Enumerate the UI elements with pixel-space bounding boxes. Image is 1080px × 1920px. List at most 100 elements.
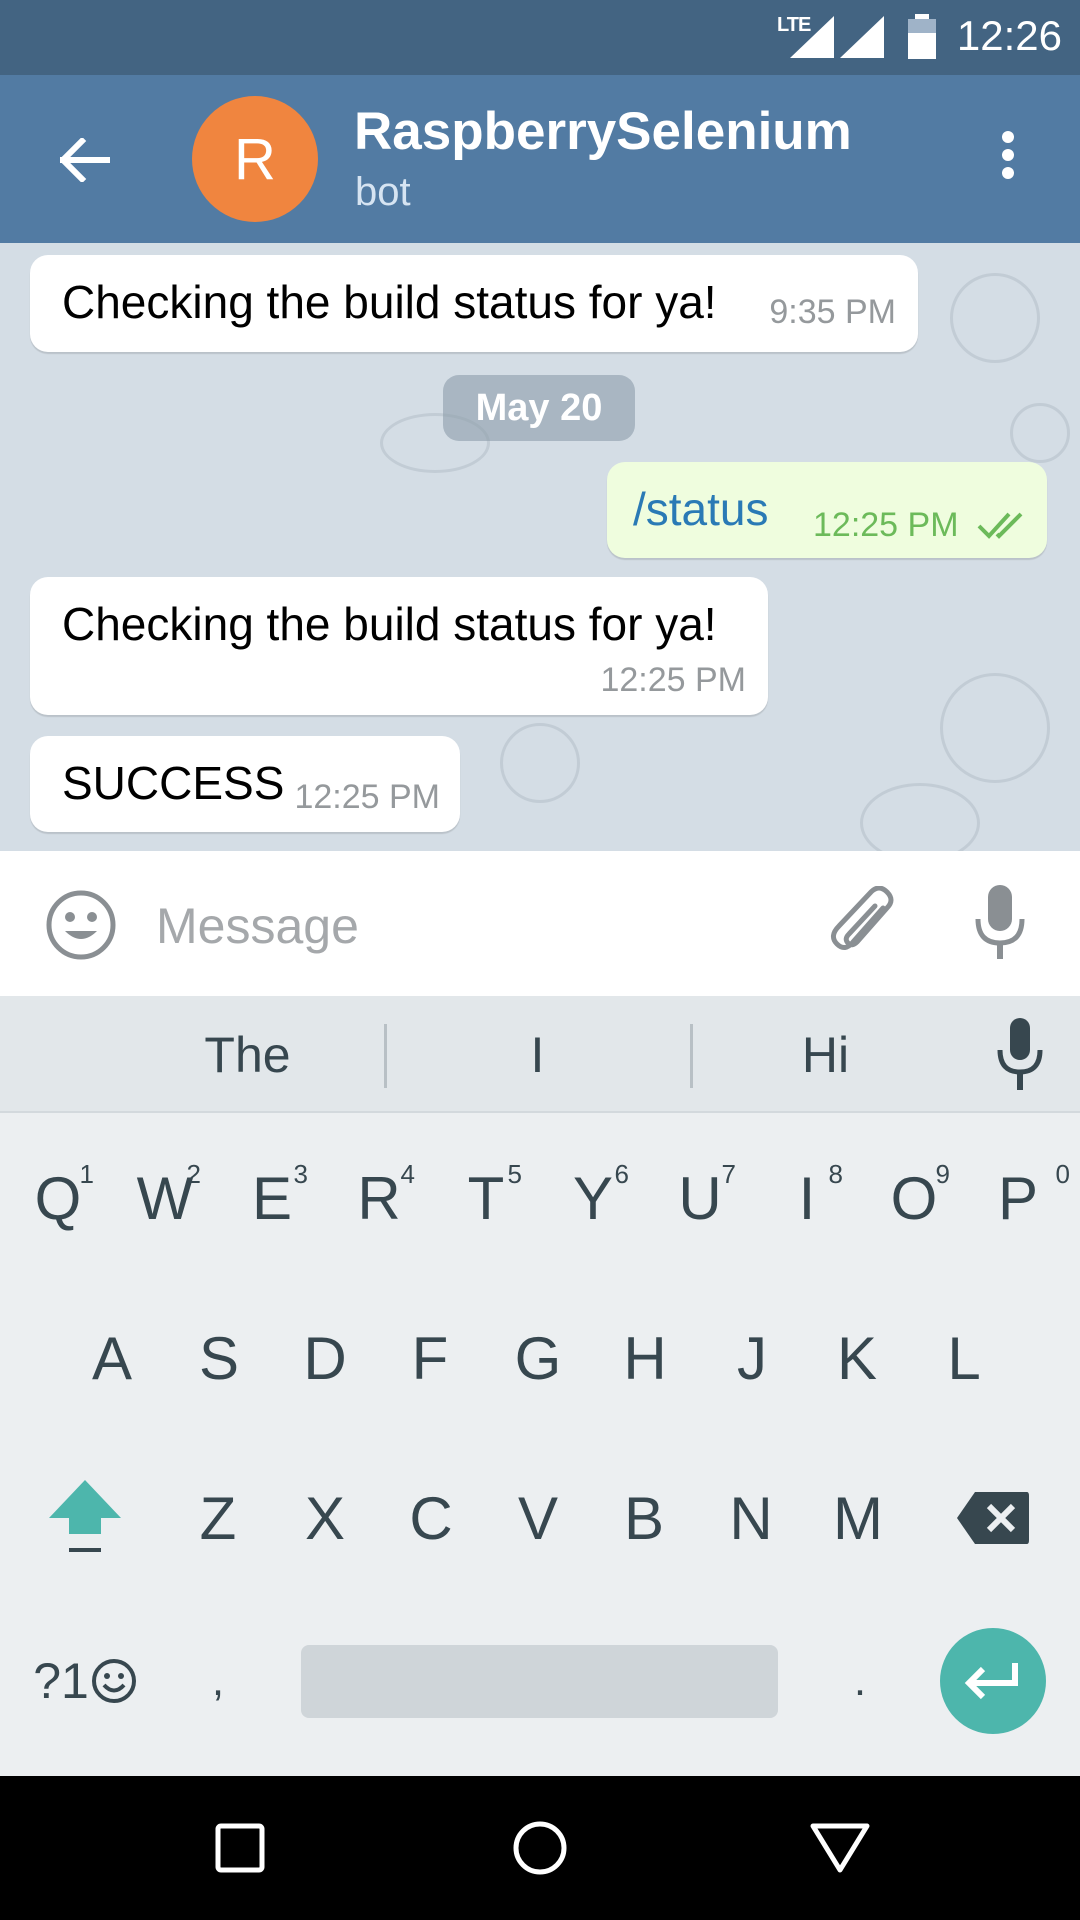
shift-key[interactable] xyxy=(35,1453,135,1583)
key-d[interactable]: D xyxy=(275,1293,375,1423)
key-label: A xyxy=(91,1324,133,1392)
message-input[interactable] xyxy=(156,891,756,961)
background-doodle xyxy=(940,673,1050,783)
message-time: 9:35 PM xyxy=(769,293,896,331)
key-label: J xyxy=(737,1324,767,1392)
key-label: W xyxy=(136,1164,194,1232)
message-bubble[interactable]: Checking the build status for ya! 9:35 P… xyxy=(30,255,918,352)
key-b[interactable]: B xyxy=(594,1453,694,1583)
composer-bar xyxy=(0,851,1080,996)
key-label: H xyxy=(623,1324,667,1392)
key-hint: 9 xyxy=(935,1159,950,1189)
period-key[interactable]: . xyxy=(810,1616,910,1746)
key-i[interactable]: I8 xyxy=(757,1133,857,1263)
key-r[interactable]: R4 xyxy=(329,1133,429,1263)
more-vert-icon[interactable] xyxy=(988,125,1028,185)
suggestion-item[interactable]: I xyxy=(460,1026,615,1084)
key-y[interactable]: Y6 xyxy=(543,1133,643,1263)
key-hint: 6 xyxy=(614,1159,629,1189)
key-h[interactable]: H xyxy=(595,1293,695,1423)
key-label: G xyxy=(514,1324,562,1392)
key-label: R xyxy=(357,1164,401,1232)
key-label: Q xyxy=(34,1164,82,1232)
key-e[interactable]: E3 xyxy=(222,1133,322,1263)
back-button[interactable] xyxy=(50,125,120,195)
key-label: X xyxy=(304,1484,346,1552)
suggestion-item[interactable]: The xyxy=(170,1026,325,1084)
key-u[interactable]: U7 xyxy=(650,1133,750,1263)
suggestion-item[interactable]: Hi xyxy=(748,1026,903,1084)
key-label: . xyxy=(853,1656,867,1705)
key-c[interactable]: C xyxy=(381,1453,481,1583)
key-a[interactable]: A xyxy=(62,1293,162,1423)
message-bubble[interactable]: SUCCESS 12:25 PM xyxy=(30,736,460,832)
key-l[interactable]: L xyxy=(914,1293,1014,1423)
key-label: F xyxy=(411,1324,449,1392)
signal-icon xyxy=(840,16,884,58)
key-label: P xyxy=(997,1164,1039,1232)
key-hint: 0 xyxy=(1055,1159,1070,1189)
home-button[interactable] xyxy=(500,1808,580,1888)
comma-key[interactable]: , xyxy=(168,1616,268,1746)
key-label: O xyxy=(890,1164,938,1232)
key-hint: 1 xyxy=(79,1159,94,1189)
key-z[interactable]: Z xyxy=(168,1453,268,1583)
status-bar: LTE 12:26 xyxy=(0,0,1080,75)
enter-key[interactable] xyxy=(940,1628,1046,1734)
key-j[interactable]: J xyxy=(702,1293,802,1423)
message-text: SUCCESS xyxy=(62,757,285,809)
key-label: L xyxy=(947,1324,981,1392)
shift-arrow-icon xyxy=(49,1480,121,1552)
back-nav-button[interactable] xyxy=(800,1808,880,1888)
key-label: M xyxy=(833,1484,883,1552)
background-doodle xyxy=(860,783,980,851)
message-bubble[interactable]: /status 12:25 PM xyxy=(607,462,1047,558)
paperclip-icon[interactable] xyxy=(825,886,905,966)
key-label: K xyxy=(836,1324,878,1392)
date-divider: May 20 xyxy=(443,375,635,441)
mic-icon[interactable] xyxy=(970,883,1030,963)
circle-icon xyxy=(513,1821,567,1875)
chat-title[interactable]: RaspberrySelenium xyxy=(354,101,852,162)
key-hint: 8 xyxy=(828,1159,843,1189)
recents-button[interactable] xyxy=(200,1808,280,1888)
key-n[interactable]: N xyxy=(701,1453,801,1583)
message-bubble[interactable]: Checking the build status for ya! 12:25 … xyxy=(30,577,768,715)
message-time: 12:25 PM xyxy=(813,506,959,544)
key-s[interactable]: S xyxy=(169,1293,269,1423)
mic-icon[interactable] xyxy=(995,1018,1045,1092)
suggestion-strip: The I Hi xyxy=(0,996,1080,1113)
key-p[interactable]: P0 xyxy=(968,1133,1070,1263)
key-label: S xyxy=(198,1324,240,1392)
key-f[interactable]: F xyxy=(380,1293,480,1423)
key-w[interactable]: W2 xyxy=(115,1133,215,1263)
message-list[interactable]: Checking the build status for ya! 9:35 P… xyxy=(0,243,1080,851)
space-key[interactable] xyxy=(301,1645,778,1718)
key-x[interactable]: X xyxy=(275,1453,375,1583)
key-g[interactable]: G xyxy=(488,1293,588,1423)
background-doodle xyxy=(500,723,580,803)
key-hint: 4 xyxy=(400,1159,415,1189)
background-doodle xyxy=(950,273,1040,363)
signal-icon xyxy=(790,16,834,58)
key-q[interactable]: Q1 xyxy=(8,1133,108,1263)
key-k[interactable]: K xyxy=(807,1293,907,1423)
key-label: Z xyxy=(199,1484,237,1552)
backspace-key[interactable] xyxy=(943,1453,1043,1583)
chat-subtitle: bot xyxy=(355,170,411,214)
key-hint: 2 xyxy=(186,1159,201,1189)
key-label: B xyxy=(623,1484,665,1552)
key-o[interactable]: O9 xyxy=(864,1133,964,1263)
key-label: V xyxy=(517,1484,559,1552)
backspace-icon xyxy=(957,1492,1029,1544)
avatar[interactable]: R xyxy=(192,96,318,222)
symbols-key[interactable]: ?1 xyxy=(20,1616,150,1746)
key-v[interactable]: V xyxy=(488,1453,588,1583)
smiley-icon[interactable] xyxy=(45,889,117,961)
key-label: ?1 xyxy=(33,1653,89,1709)
message-text: Checking the build status for ya! xyxy=(62,276,717,328)
key-t[interactable]: T5 xyxy=(436,1133,536,1263)
key-m[interactable]: M xyxy=(808,1453,908,1583)
navigation-bar xyxy=(0,1776,1080,1920)
background-doodle xyxy=(1010,403,1070,463)
